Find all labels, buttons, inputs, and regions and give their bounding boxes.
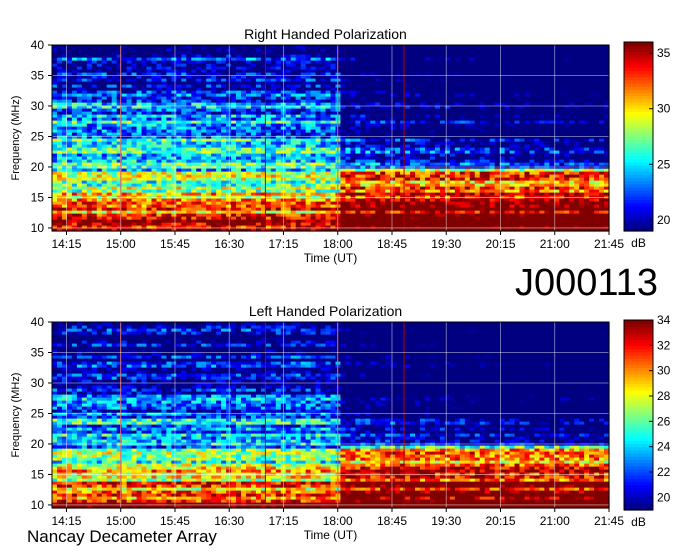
y-tick-label: 15 (31, 190, 45, 204)
y-tick-label: 30 (31, 99, 45, 113)
x-tick-label: 18:45 (377, 514, 407, 528)
x-tick-label: 21:00 (540, 237, 570, 251)
x-tick-label: 14:15 (51, 514, 81, 528)
y-tick-label: 20 (31, 437, 45, 451)
x-tick-label: 16:30 (214, 514, 244, 528)
y-tick-label: 25 (31, 406, 45, 420)
y-tick-label: 30 (31, 376, 45, 390)
y-axis-label: Frequency (MHz) (10, 96, 22, 181)
x-tick-label: 15:45 (160, 237, 190, 251)
y-tick-label: 10 (31, 221, 45, 235)
colorbar-tick-label: 24 (657, 440, 671, 454)
colorbar-tick-label: 25 (657, 157, 671, 171)
x-axis-label: Time (UT) (304, 251, 358, 265)
x-tick-label: 18:00 (323, 514, 353, 528)
y-tick-label: 40 (31, 38, 45, 52)
chart-panel-2: Left Handed Polarization 14:15 15:00 15:45 1… (10, 303, 671, 542)
colorbar-tick-label: 26 (657, 414, 671, 428)
colorbar-tick-label: 22 (657, 465, 671, 479)
colorbar-tick-label: 30 (657, 364, 671, 378)
x-tick-label: 18:00 (323, 237, 353, 251)
y-tick-label: 15 (31, 467, 45, 481)
colorbar-tick-label: 20 (657, 213, 671, 227)
y-tick-label: 35 (31, 68, 45, 82)
y-tick-label: 20 (31, 160, 45, 174)
observation-id: J000113 (515, 262, 658, 304)
chart-title: Left Handed Polarization (249, 303, 402, 319)
y-tick-label: 35 (31, 345, 45, 359)
colorbar-label: dB (631, 515, 646, 529)
x-tick-label: 15:00 (106, 237, 136, 251)
colorbar-label: dB (631, 236, 646, 250)
x-tick-label: 15:45 (160, 514, 190, 528)
colorbar-tick-label: 32 (657, 338, 671, 352)
colorbar-tick-label: 35 (657, 46, 671, 60)
x-tick-label: 21:45 (594, 237, 624, 251)
spectrogram-image (52, 322, 610, 509)
x-axis-label: Time (UT) (304, 528, 358, 542)
colorbar-tick-label: 34 (657, 313, 671, 327)
x-tick-label: 19:30 (431, 514, 461, 528)
colorbar-tick-label: 20 (657, 490, 671, 504)
colorbar-step (624, 320, 653, 324)
colorbar: 20 25 30 35 dB (623, 41, 671, 250)
x-tick-label: 16:30 (214, 237, 244, 251)
chart-title: Right Handed Polarization (244, 26, 407, 42)
y-tick-label: 25 (31, 129, 45, 143)
chart-panel-1: Right Handed Polarization 14:15 15:00 15:45… (10, 26, 671, 265)
spectrogram-image (52, 45, 610, 232)
x-tick-label: 14:15 (51, 237, 81, 251)
colorbar-tick-label: 28 (657, 389, 671, 403)
x-tick-label: 21:45 (594, 514, 624, 528)
instrument-name: Nancay Decameter Array (27, 527, 217, 546)
y-tick-label: 10 (31, 498, 45, 512)
x-tick-label: 15:00 (106, 514, 136, 528)
x-tick-label: 20:15 (485, 237, 515, 251)
x-tick-label: 18:45 (377, 237, 407, 251)
colorbar-step (624, 42, 653, 46)
x-tick-label: 17:15 (268, 514, 298, 528)
x-tick-label: 21:00 (540, 514, 570, 528)
colorbar: 20 22 24 26 28 30 32 34 dB (623, 313, 671, 529)
x-tick-label: 17:15 (268, 237, 298, 251)
colorbar-tick-label: 30 (657, 102, 671, 116)
y-tick-label: 40 (31, 315, 45, 329)
x-tick-label: 20:15 (485, 514, 515, 528)
y-axis-label: Frequency (MHz) (10, 373, 22, 458)
x-tick-label: 19:30 (431, 237, 461, 251)
